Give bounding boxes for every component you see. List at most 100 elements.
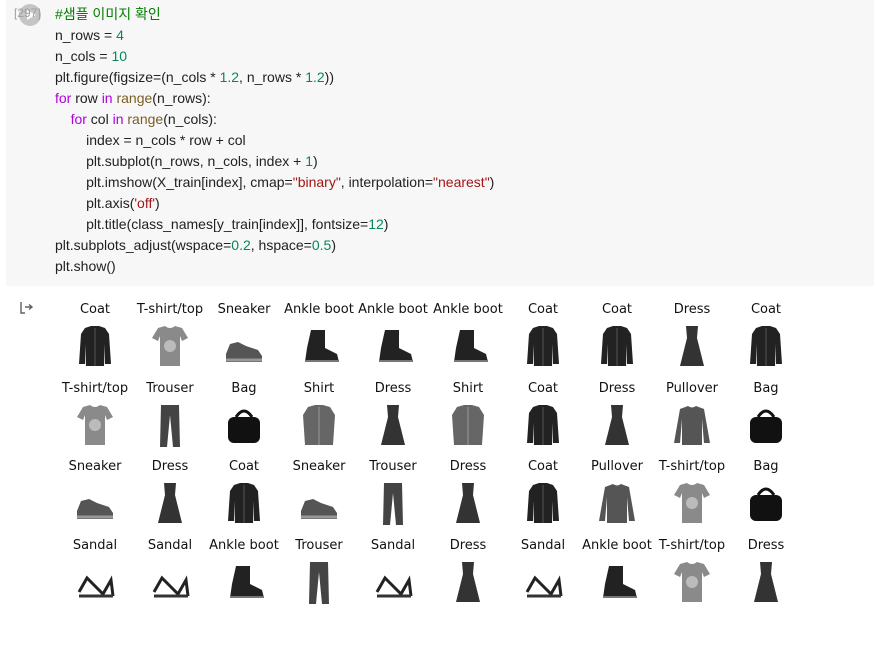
clothing-image xyxy=(230,566,264,598)
clothing-image xyxy=(79,326,111,366)
thumbnail-tile: Coat xyxy=(580,300,654,378)
clothing-image xyxy=(305,330,339,362)
code-token: 4 xyxy=(116,27,124,43)
thumbnail-tile: T-shirt/top xyxy=(655,457,729,535)
code-token: index = n_cols * row + col xyxy=(55,132,246,148)
thumbnail-tile: Ankle boot xyxy=(356,300,430,378)
clothing-image xyxy=(605,405,629,445)
thumbnail-tile: Trouser xyxy=(133,379,207,457)
code-token: n_cols = xyxy=(55,48,112,64)
thumbnail-tile: Coat xyxy=(506,379,580,457)
code-token: #샘플 이미지 확인 xyxy=(55,6,161,22)
code-token: ) xyxy=(383,216,389,232)
clothing-image xyxy=(77,499,113,519)
thumbnail-tile: Coat xyxy=(729,300,803,378)
thumbnail-tile: Shirt xyxy=(282,379,356,457)
code-editor[interactable]: #샘플 이미지 확인 n_rows = 4 n_cols = 10 plt.figur… xyxy=(55,4,494,277)
thumbnail-tile: Trouser xyxy=(356,457,430,535)
thumbnail-title: Bag xyxy=(753,459,779,474)
code-token: plt.title(class_names[y_train[index]], f… xyxy=(55,216,369,232)
code-token: plt.figure(figsize=(n_cols * xyxy=(55,69,220,85)
clothing-image xyxy=(160,405,180,447)
code-line: for col in range(n_cols): xyxy=(55,109,494,130)
code-token: plt.axis( xyxy=(55,195,135,211)
code-line: index = n_cols * row + col xyxy=(55,130,494,151)
code-token: ) xyxy=(489,174,495,190)
thumbnail-tile: Dress xyxy=(356,379,430,457)
thumbnail-tile: Bag xyxy=(207,379,281,457)
code-token: )) xyxy=(324,69,334,85)
code-line: plt.imshow(X_train[index], cmap="binary"… xyxy=(55,172,494,193)
clothing-image xyxy=(228,409,260,443)
clothing-image xyxy=(674,483,710,523)
thumbnail-tile: Sneaker xyxy=(207,300,281,378)
code-token: 'off' xyxy=(134,195,156,211)
thumbnail-tile: Sneaker xyxy=(282,457,356,535)
thumbnail-tile: Dress xyxy=(729,536,803,614)
code-token: range xyxy=(116,90,153,106)
clothing-image xyxy=(301,499,337,519)
code-token: , interpolation= xyxy=(340,174,434,190)
clothing-image xyxy=(379,330,413,362)
code-token: ) xyxy=(331,237,336,253)
code-token: (n_cols): xyxy=(163,111,217,127)
code-line: plt.show() xyxy=(55,256,494,277)
thumbnail-tile: Coat xyxy=(506,457,580,535)
code-token: plt.imshow(X_train[index], cmap= xyxy=(55,174,293,190)
code-token: , n_rows * xyxy=(239,69,306,85)
thumbnail-tile: Shirt xyxy=(431,379,505,457)
code-token: 12 xyxy=(368,216,384,232)
clothing-image xyxy=(152,326,188,366)
thumbnail-tile: Coat xyxy=(207,457,281,535)
code-token: 0.2 xyxy=(231,237,251,253)
clothing-image xyxy=(228,483,260,523)
clothing-image xyxy=(309,562,329,604)
code-token: (n_rows): xyxy=(152,90,211,106)
thumbnail-tile: Sandal xyxy=(133,536,207,614)
code-token: col xyxy=(86,111,113,127)
code-token: row xyxy=(71,90,102,106)
thumbnail-tile: Dress xyxy=(580,379,654,457)
code-line: plt.figure(figsize=(n_cols * 1.2, n_rows… xyxy=(55,67,494,88)
clothing-image xyxy=(226,342,262,362)
code-line: plt.title(class_names[y_train[index]], f… xyxy=(55,214,494,235)
thumbnail-tile: Sandal xyxy=(58,536,132,614)
code-token: 1.2 xyxy=(219,69,240,85)
clothing-image xyxy=(527,326,559,366)
code-token: range xyxy=(127,111,164,127)
thumbnail-tile: Trouser xyxy=(282,536,356,614)
code-cell[interactable]: [297] #샘플 이미지 확인 n_rows = 4 n_cols = 10 plt… xyxy=(6,0,874,286)
clothing-image xyxy=(452,405,484,445)
code-token: plt.subplots_adjust(wspace= xyxy=(55,237,232,253)
clothing-image xyxy=(603,566,637,598)
code-token: n_rows = xyxy=(55,27,117,43)
code-token: plt.show() xyxy=(55,258,116,274)
clothing-image xyxy=(750,326,782,366)
code-line: n_cols = 10 xyxy=(55,46,494,67)
thumbnail-title: Bag xyxy=(753,381,779,396)
thumbnail-tile: Dress xyxy=(133,457,207,535)
code-line: for row in range(n_rows): xyxy=(55,88,494,109)
code-line: plt.subplots_adjust(wspace=0.2, hspace=0… xyxy=(55,235,494,256)
code-line: plt.subplot(n_rows, n_cols, index + 1) xyxy=(55,151,494,172)
code-token: in xyxy=(112,111,124,127)
clothing-image xyxy=(454,330,488,362)
thumbnail-tile: T-shirt/top xyxy=(655,536,729,614)
clothing-image xyxy=(680,326,704,366)
thumbnail-title: Coat xyxy=(750,302,782,317)
thumbnail-tile: T-shirt/top xyxy=(58,379,132,457)
clothing-image xyxy=(303,405,335,445)
clothing-image xyxy=(754,562,778,602)
output-image-grid: Coat T-shirt/top Sneaker Ankle boot Ankle bo… xyxy=(58,300,818,620)
clothing-image xyxy=(383,483,403,525)
thumbnail-tile: Ankle boot xyxy=(207,536,281,614)
code-line: #샘플 이미지 확인 xyxy=(55,4,494,25)
thumbnail-tile: Sandal xyxy=(506,536,580,614)
clothing-image xyxy=(674,406,710,445)
code-line: n_rows = 4 xyxy=(55,25,494,46)
code-token: in xyxy=(101,90,113,106)
code-token: plt.subplot(n_rows, n_cols, index + xyxy=(55,153,306,169)
code-token: , hspace= xyxy=(250,237,312,253)
clothing-image xyxy=(750,409,782,443)
thumbnail-tile: Ankle boot xyxy=(282,300,356,378)
